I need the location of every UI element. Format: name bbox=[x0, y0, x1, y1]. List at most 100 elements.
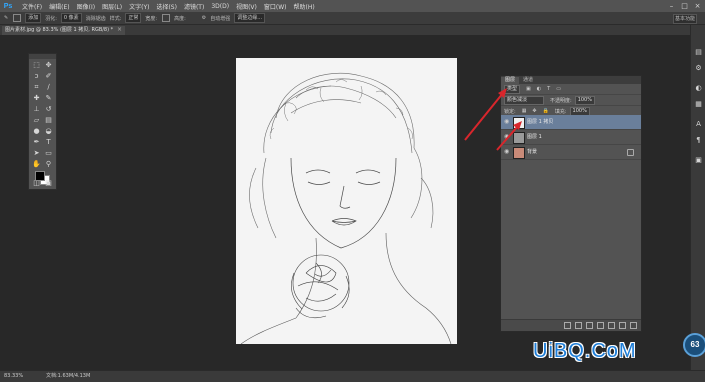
dodge-tool-icon[interactable]: ◒ bbox=[44, 127, 53, 136]
lock-icon bbox=[627, 149, 634, 156]
maximize-button[interactable]: □ bbox=[680, 2, 689, 10]
layer-row-top[interactable]: ◉ 图层 1 拷贝 bbox=[501, 115, 641, 130]
visibility-eye-icon[interactable]: ◉ bbox=[504, 134, 510, 140]
refine-edge-button[interactable]: 调整边缘... bbox=[234, 13, 266, 23]
menu-help[interactable]: 帮助(H) bbox=[294, 2, 315, 11]
menu-layer[interactable]: 图层(L) bbox=[102, 2, 122, 11]
lock-position-icon[interactable]: ✥ bbox=[532, 108, 536, 114]
tab-layers[interactable]: 图层 bbox=[501, 77, 520, 84]
new-layer-icon[interactable] bbox=[619, 322, 626, 329]
performance-gauge: 63 bbox=[683, 333, 705, 357]
tools-panel-header[interactable] bbox=[29, 54, 56, 59]
gradient-icon[interactable]: ▤ bbox=[44, 116, 53, 125]
filter-image-icon[interactable]: ▣ bbox=[526, 86, 531, 92]
workspace-switcher[interactable]: 基本功能 bbox=[673, 14, 697, 24]
adjustment-layer-icon[interactable] bbox=[597, 322, 604, 329]
gear-icon[interactable]: ⚙ bbox=[202, 15, 206, 21]
layer-row-background[interactable]: ◉ 背景 bbox=[501, 145, 641, 160]
lock-all-icon[interactable]: 🔒 bbox=[543, 108, 549, 114]
document-info: 文档:1.63M/4.13M bbox=[46, 373, 91, 379]
blur-tool-icon[interactable]: ● bbox=[32, 127, 41, 136]
clone-stamp-icon[interactable]: ⊥ bbox=[32, 105, 41, 114]
type-tool-icon[interactable]: T bbox=[44, 138, 53, 147]
lasso-tool-icon[interactable]: ✎ bbox=[4, 15, 8, 21]
lock-label: 锁定: bbox=[504, 108, 516, 115]
close-button[interactable]: × bbox=[693, 2, 702, 10]
brush-tool-icon[interactable]: ✎ bbox=[44, 94, 53, 103]
layer-style-icon[interactable] bbox=[575, 322, 582, 329]
eyedropper-icon[interactable]: ∕ bbox=[44, 83, 53, 92]
menu-select[interactable]: 选择(S) bbox=[156, 2, 177, 11]
visibility-eye-icon[interactable]: ◉ bbox=[504, 119, 510, 125]
layer-filter-select[interactable]: 类型 bbox=[504, 84, 521, 94]
history-icon[interactable]: ▤ bbox=[695, 49, 702, 56]
filter-adjust-icon[interactable]: ◐ bbox=[537, 86, 541, 92]
hand-tool-icon[interactable]: ✋ bbox=[32, 160, 41, 169]
swatches-icon[interactable]: ▣ bbox=[695, 157, 702, 164]
feather-input[interactable]: 0 像素 bbox=[60, 13, 82, 23]
document-canvas[interactable] bbox=[236, 58, 457, 344]
character-icon[interactable]: A bbox=[695, 121, 702, 128]
menu-window[interactable]: 窗口(W) bbox=[264, 2, 287, 11]
paragraph-icon[interactable]: ¶ bbox=[695, 137, 702, 144]
visibility-eye-icon[interactable]: ◉ bbox=[504, 149, 510, 155]
document-tab[interactable]: 图片素材.jpg @ 83.3% (图层 1 拷贝, RGB/8) * × bbox=[2, 26, 125, 35]
shape-tool-icon[interactable]: ▭ bbox=[44, 149, 53, 158]
layer-thumbnail bbox=[513, 117, 525, 129]
lasso-tool-icon[interactable]: ↄ bbox=[32, 72, 41, 81]
menu-view[interactable]: 视图(V) bbox=[236, 2, 257, 11]
close-tab-icon[interactable]: × bbox=[117, 26, 122, 33]
new-selection-icon[interactable] bbox=[13, 14, 22, 22]
style-label: 样式: bbox=[109, 15, 122, 22]
tab-channels[interactable]: 通道 bbox=[519, 77, 537, 84]
blend-mode-select[interactable]: 颜色减淡 bbox=[504, 95, 544, 105]
foreground-color-swatch[interactable] bbox=[35, 171, 45, 181]
zoom-tool-icon[interactable]: ⚲ bbox=[44, 160, 53, 169]
lock-pixels-icon[interactable]: ▦ bbox=[522, 108, 527, 114]
document-tab-bar: 图片素材.jpg @ 83.3% (图层 1 拷贝, RGB/8) * × bbox=[0, 25, 690, 35]
history-brush-icon[interactable]: ↺ bbox=[44, 105, 53, 114]
menu-3d[interactable]: 3D(D) bbox=[211, 3, 229, 10]
filter-shape-icon[interactable]: ▭ bbox=[556, 86, 561, 92]
layers-panel-tabs: 图层 通道 bbox=[501, 76, 641, 84]
crop-tool-icon[interactable]: ⌗ bbox=[32, 83, 41, 92]
styles-icon[interactable]: ▦ bbox=[695, 101, 702, 108]
opacity-input[interactable]: 100% bbox=[574, 95, 595, 105]
menu-image[interactable]: 图像(I) bbox=[77, 2, 95, 11]
options-bar: ✎ 添加 羽化: 0 像素 消除锯齿 样式: 正常 宽度: 高度: ⚙ 自动增强… bbox=[0, 12, 705, 25]
opacity-label: 不透明度: bbox=[550, 97, 572, 104]
menu-file[interactable]: 文件(F) bbox=[22, 2, 42, 11]
delete-layer-icon[interactable] bbox=[630, 322, 637, 329]
add-mask-icon[interactable] bbox=[586, 322, 593, 329]
filter-type-icon[interactable]: T bbox=[547, 86, 550, 92]
layer-name: 背景 bbox=[527, 149, 538, 155]
selection-mode-select[interactable]: 添加 bbox=[25, 13, 42, 23]
anti-alias-checkbox[interactable]: 消除锯齿 bbox=[86, 15, 106, 22]
new-group-icon[interactable] bbox=[608, 322, 615, 329]
screen-mode-icon[interactable]: ▣ bbox=[44, 179, 53, 188]
adjustments-icon[interactable]: ◐ bbox=[695, 85, 702, 92]
quick-select-icon[interactable]: ✐ bbox=[44, 72, 53, 81]
style-select[interactable]: 正常 bbox=[125, 13, 142, 23]
layer-filter-row: 类型 ▣ ◐ T ▭ bbox=[501, 84, 641, 95]
eraser-icon[interactable]: ▱ bbox=[32, 116, 41, 125]
minimize-button[interactable]: – bbox=[667, 2, 676, 10]
zoom-level[interactable]: 83.33% bbox=[4, 371, 23, 382]
pen-tool-icon[interactable]: ✒ bbox=[32, 138, 41, 147]
properties-icon[interactable]: ⚙ bbox=[695, 65, 702, 72]
move-tool-icon[interactable]: ✥ bbox=[44, 61, 53, 70]
menu-bar: Ps 文件(F) 编辑(E) 图像(I) 图层(L) 文字(Y) 选择(S) 滤… bbox=[0, 0, 705, 12]
menu-type[interactable]: 文字(Y) bbox=[129, 2, 149, 11]
layer-thumbnail bbox=[513, 132, 525, 144]
auto-enhance-checkbox[interactable]: 自动增强 bbox=[210, 15, 230, 22]
marquee-tool-icon[interactable]: ⬚ bbox=[32, 61, 41, 70]
photoshop-logo: Ps bbox=[3, 2, 13, 10]
swap-icon[interactable] bbox=[162, 14, 171, 22]
menu-edit[interactable]: 编辑(E) bbox=[49, 2, 69, 11]
menu-filter[interactable]: 滤镜(T) bbox=[184, 2, 204, 11]
link-layers-icon[interactable] bbox=[564, 322, 571, 329]
layer-row-middle[interactable]: ◉ 图层 1 bbox=[501, 130, 641, 145]
healing-brush-icon[interactable]: ✚ bbox=[32, 94, 41, 103]
path-select-icon[interactable]: ➤ bbox=[32, 149, 41, 158]
site-watermark: UiBQ.CoM bbox=[533, 340, 637, 362]
